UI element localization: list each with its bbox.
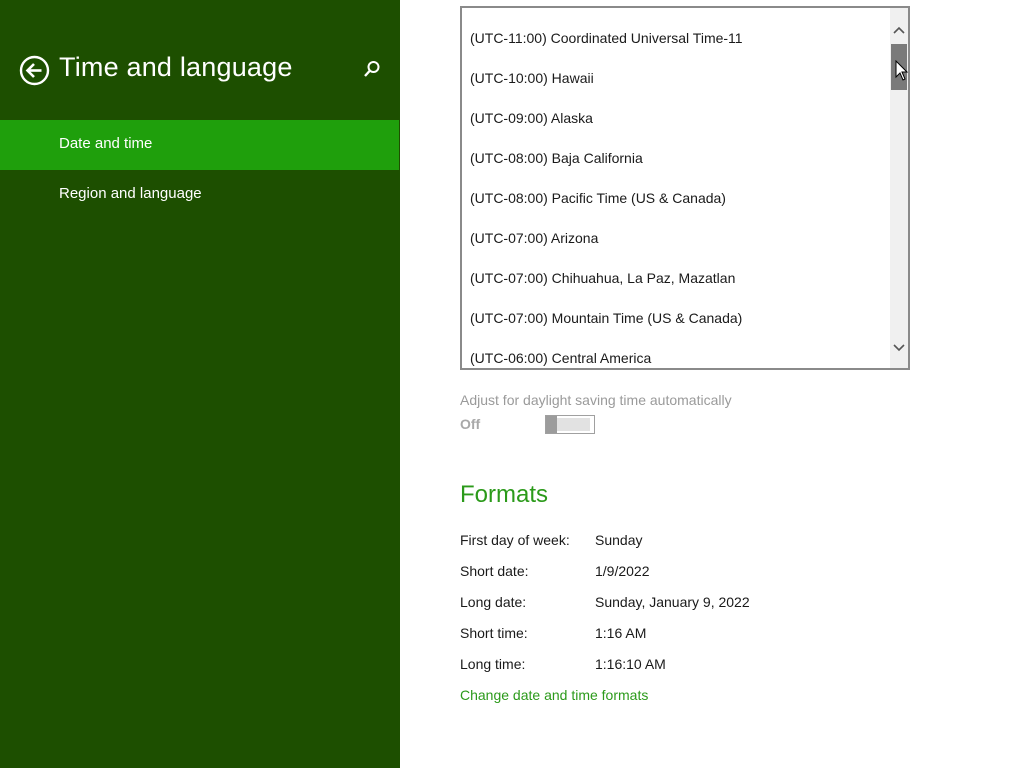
- format-row-first-day: First day of week: Sunday: [460, 532, 960, 552]
- list-item[interactable]: (UTC-07:00) Arizona: [470, 230, 598, 246]
- mouse-cursor-icon: [895, 59, 909, 82]
- list-item[interactable]: (UTC-07:00) Chihuahua, La Paz, Mazatlan: [470, 270, 735, 286]
- format-value: 1:16 AM: [595, 625, 647, 641]
- list-item[interactable]: (UTC-08:00) Pacific Time (US & Canada): [470, 190, 726, 206]
- chevron-down-icon[interactable]: [890, 336, 908, 358]
- format-label: Short time:: [460, 625, 528, 641]
- search-icon[interactable]: [362, 59, 382, 81]
- list-item[interactable]: (UTC-10:00) Hawaii: [470, 70, 594, 86]
- format-value: Sunday, January 9, 2022: [595, 594, 750, 610]
- page-title: Time and language: [59, 52, 293, 82]
- daylight-saving-state: Off: [460, 416, 481, 432]
- toggle-knob: [546, 416, 557, 433]
- sidebar-item-label: Region and language: [59, 185, 202, 202]
- list-item[interactable]: (UTC-11:00) Coordinated Universal Time-1…: [470, 30, 743, 46]
- format-row-long-time: Long time: 1:16:10 AM: [460, 656, 960, 676]
- time-zone-list[interactable]: (UTC-11:00) Coordinated Universal Time-1…: [460, 6, 910, 370]
- format-label: Long date:: [460, 594, 527, 610]
- daylight-saving-label: Adjust for daylight saving time automati…: [460, 392, 732, 408]
- list-item[interactable]: (UTC-06:00) Central America: [470, 350, 651, 366]
- format-value: 1:16:10 AM: [595, 656, 666, 672]
- format-row-long-date: Long date: Sunday, January 9, 2022: [460, 594, 960, 614]
- chevron-up-icon[interactable]: [890, 20, 908, 42]
- main-content: (UTC-11:00) Coordinated Universal Time-1…: [400, 0, 1024, 768]
- change-formats-link[interactable]: Change date and time formats: [460, 687, 648, 703]
- sidebar-item-region-and-language[interactable]: Region and language: [0, 170, 399, 220]
- format-label: Long time:: [460, 656, 526, 672]
- formats-heading: Formats: [460, 481, 549, 508]
- sidebar-item-date-and-time[interactable]: Date and time: [0, 120, 399, 170]
- format-label: Short date:: [460, 563, 529, 579]
- sidebar-item-label: Date and time: [59, 135, 153, 152]
- settings-sidebar: Time and language Date and time Region a…: [0, 0, 400, 768]
- format-value: Sunday: [595, 532, 643, 548]
- daylight-saving-toggle[interactable]: [545, 415, 595, 434]
- list-item[interactable]: (UTC-07:00) Mountain Time (US & Canada): [470, 310, 742, 326]
- list-item[interactable]: (UTC-08:00) Baja California: [470, 150, 643, 166]
- sidebar-header: Time and language: [0, 48, 400, 94]
- format-value: 1/9/2022: [595, 563, 650, 579]
- back-arrow-icon[interactable]: [19, 55, 50, 86]
- format-row-short-time: Short time: 1:16 AM: [460, 625, 960, 645]
- list-item[interactable]: (UTC-09:00) Alaska: [470, 110, 593, 126]
- format-label: First day of week:: [460, 532, 570, 548]
- format-row-short-date: Short date: 1/9/2022: [460, 563, 960, 583]
